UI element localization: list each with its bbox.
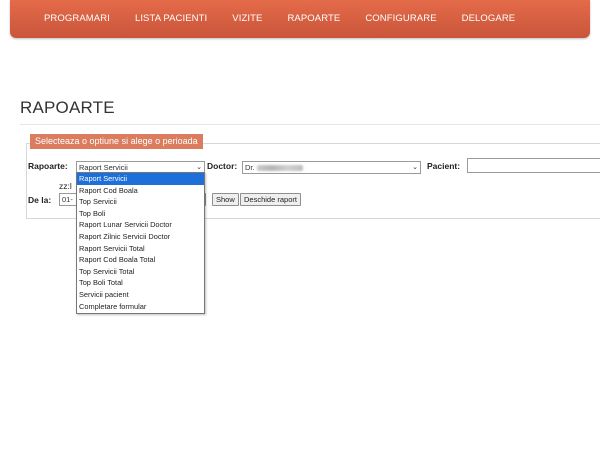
dropdown-option[interactable]: Raport Cod Boala <box>77 185 204 197</box>
dropdown-option[interactable]: Top Servicii Total <box>77 266 204 278</box>
zz-text: zz:l <box>59 181 72 191</box>
redacted-doctor-name <box>256 165 303 172</box>
dropdown-option[interactable]: Raport Servicii <box>77 173 204 185</box>
nav-item-rapoarte[interactable]: RAPOARTE <box>287 13 340 24</box>
doctor-select[interactable]: Dr. ⌄ <box>242 161 421 174</box>
dropdown-option[interactable]: Raport Zilnic Servicii Doctor <box>77 231 204 243</box>
dropdown-option[interactable]: Raport Lunar Servicii Doctor <box>77 219 204 231</box>
pacient-label: Pacient: <box>427 161 461 171</box>
navbar-notch <box>304 0 316 2</box>
doctor-label: Doctor: <box>207 161 238 171</box>
page-title: RAPOARTE <box>20 98 115 117</box>
doctor-select-value: Dr. <box>245 163 255 172</box>
nav-item-lista-pacienti[interactable]: LISTA PACIENTI <box>135 13 207 24</box>
rapoarte-label: Rapoarte: <box>28 161 68 171</box>
dropdown-option[interactable]: Completare formular <box>77 301 204 313</box>
dropdown-option[interactable]: Raport Servicii Total <box>77 243 204 255</box>
dropdown-option[interactable]: Top Servicii <box>77 196 204 208</box>
title-divider <box>20 124 600 125</box>
chevron-down-icon: ⌄ <box>412 164 418 171</box>
dela-label: De la: <box>28 195 52 205</box>
nav-item-programari[interactable]: PROGRAMARI <box>44 13 110 24</box>
dela-date-value: 01- <box>62 195 73 204</box>
top-navbar: PROGRAMARI LISTA PACIENTI VIZITE RAPOART… <box>10 0 590 38</box>
panel-legend: Selecteaza o optiune si alege o perioada <box>30 134 203 149</box>
rapoarte-select-value: Raport Servicii <box>79 163 128 172</box>
dropdown-option[interactable]: Top Boli <box>77 208 204 220</box>
pacient-input[interactable] <box>467 158 600 173</box>
nav-item-configurare[interactable]: CONFIGURARE <box>365 13 436 24</box>
nav-menu: PROGRAMARI LISTA PACIENTI VIZITE RAPOART… <box>44 13 515 24</box>
nav-item-delogare[interactable]: DELOGARE <box>462 13 516 24</box>
show-button[interactable]: Show <box>212 193 239 206</box>
dropdown-option[interactable]: Top Boli Total <box>77 277 204 289</box>
dropdown-option[interactable]: Raport Cod Boala Total <box>77 254 204 266</box>
dropdown-option[interactable]: Servicii pacient <box>77 289 204 301</box>
deschide-raport-button[interactable]: Deschide raport <box>240 193 301 206</box>
rapoarte-dropdown-list: Raport Servicii Raport Cod Boala Top Ser… <box>76 172 205 314</box>
nav-item-vizite[interactable]: VIZITE <box>232 13 262 24</box>
